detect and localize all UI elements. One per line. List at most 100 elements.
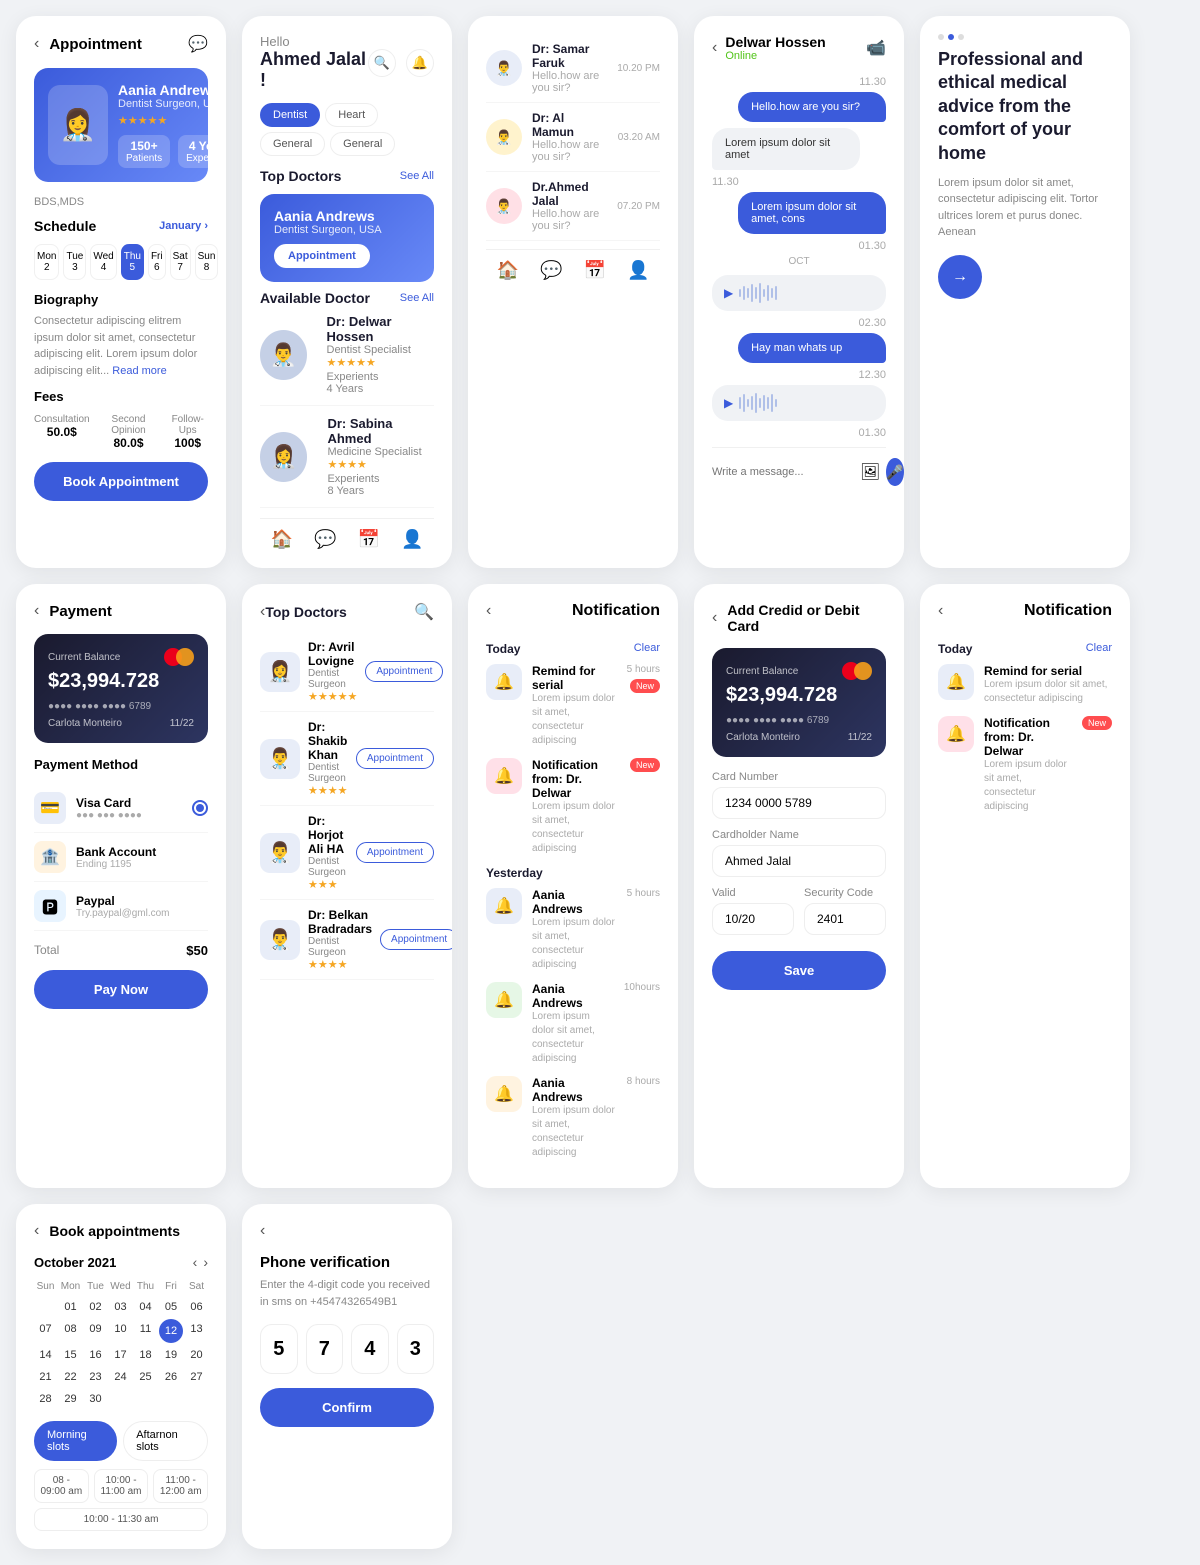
- cal-day-27[interactable]: 27: [185, 1367, 208, 1387]
- schedule-nav[interactable]: January ›: [159, 220, 208, 232]
- cal-day-18[interactable]: 18: [134, 1345, 157, 1365]
- next-button[interactable]: →: [938, 255, 982, 299]
- cal-prev-button[interactable]: ‹: [193, 1254, 198, 1270]
- nav-profile-2[interactable]: 👤: [627, 260, 649, 281]
- image-attach-icon[interactable]: 🖼: [860, 462, 880, 482]
- book-appointment-button[interactable]: Book Appointment: [34, 462, 208, 501]
- chat-back-button[interactable]: ‹: [712, 39, 717, 57]
- play-button-2[interactable]: ▶: [724, 396, 733, 410]
- clear-2-button[interactable]: Clear: [1086, 642, 1112, 654]
- payment-back-button[interactable]: ‹: [34, 602, 39, 620]
- morning-slots-tab[interactable]: Morning slots: [34, 1421, 117, 1461]
- cal-day-20[interactable]: 20: [185, 1345, 208, 1365]
- security-input[interactable]: [804, 903, 886, 935]
- message-item-3[interactable]: 👨‍⚕️ Dr.Ahmed Jalal Hello.how are you si…: [486, 172, 660, 241]
- cal-day-24[interactable]: 24: [109, 1367, 132, 1387]
- day-sat[interactable]: Sat7: [170, 244, 191, 280]
- cal-day-13[interactable]: 13: [185, 1319, 208, 1343]
- tag-general2[interactable]: General: [330, 132, 395, 156]
- nav-home[interactable]: 🏠: [271, 529, 293, 550]
- cal-day-28[interactable]: 28: [34, 1389, 57, 1409]
- notif-back-button[interactable]: ‹: [486, 602, 491, 620]
- day-mon[interactable]: Mon2: [34, 244, 59, 280]
- nav-chat-2[interactable]: 💬: [540, 260, 562, 281]
- otp-box-1[interactable]: 5: [260, 1324, 298, 1374]
- day-fri[interactable]: Fri6: [148, 244, 166, 280]
- payment-bank[interactable]: 🏦 Bank Account Ending 1195: [34, 833, 208, 882]
- tag-general1[interactable]: General: [260, 132, 325, 156]
- cal-day-12[interactable]: 12: [159, 1319, 183, 1343]
- time-1000[interactable]: 10:00 - 11:00 am: [94, 1469, 149, 1503]
- phone-back-button[interactable]: ‹: [260, 1222, 265, 1240]
- cal-next-button[interactable]: ›: [203, 1254, 208, 1270]
- see-all-top[interactable]: See All: [400, 170, 434, 182]
- tag-heart[interactable]: Heart: [325, 103, 378, 127]
- time-0800[interactable]: 08 - 09:00 am: [34, 1469, 89, 1503]
- time-1000-2[interactable]: 10:00 - 11:30 am: [34, 1508, 208, 1531]
- otp-box-2[interactable]: 7: [306, 1324, 344, 1374]
- nav-home-2[interactable]: 🏠: [497, 260, 519, 281]
- otp-box-4[interactable]: 3: [397, 1324, 435, 1374]
- search-button[interactable]: 🔍: [368, 49, 396, 77]
- otp-box-3[interactable]: 4: [351, 1324, 389, 1374]
- cal-day-01[interactable]: 01: [59, 1297, 82, 1317]
- payment-visa[interactable]: 💳 Visa Card ●●● ●●● ●●●●: [34, 784, 208, 833]
- appointment-btn-3[interactable]: Appointment: [356, 842, 434, 863]
- appointment-btn-4[interactable]: Appointment: [380, 929, 452, 950]
- cal-day-29[interactable]: 29: [59, 1389, 82, 1409]
- read-more-link[interactable]: Read more: [112, 365, 166, 377]
- appointment-btn-2[interactable]: Appointment: [356, 748, 434, 769]
- back-button[interactable]: ‹: [34, 35, 39, 53]
- cal-day-19[interactable]: 19: [159, 1345, 183, 1365]
- cal-day-11[interactable]: 11: [134, 1319, 157, 1343]
- video-call-icon[interactable]: 📹: [866, 38, 886, 58]
- valid-input[interactable]: [712, 903, 794, 935]
- cal-day-05[interactable]: 05: [159, 1297, 183, 1317]
- appointment-btn-1[interactable]: Appointment: [365, 661, 443, 682]
- message-input[interactable]: [712, 466, 854, 478]
- play-button-1[interactable]: ▶: [724, 286, 733, 300]
- cal-day-08[interactable]: 08: [59, 1319, 82, 1343]
- cal-day-06[interactable]: 06: [185, 1297, 208, 1317]
- pay-now-button[interactable]: Pay Now: [34, 970, 208, 1009]
- confirm-button[interactable]: Confirm: [260, 1388, 434, 1427]
- cal-day-15[interactable]: 15: [59, 1345, 82, 1365]
- cal-day-23[interactable]: 23: [84, 1367, 107, 1387]
- time-1100[interactable]: 11:00 - 12:00 am: [153, 1469, 208, 1503]
- cal-day-26[interactable]: 26: [159, 1367, 183, 1387]
- save-button[interactable]: Save: [712, 951, 886, 990]
- day-sun[interactable]: Sun8: [195, 244, 219, 280]
- cal-day-30[interactable]: 30: [84, 1389, 107, 1409]
- cal-day-07[interactable]: 07: [34, 1319, 57, 1343]
- cardholder-input[interactable]: [712, 845, 886, 877]
- search-icon[interactable]: 🔍: [414, 602, 434, 622]
- day-wed[interactable]: Wed4: [90, 244, 116, 280]
- message-item-2[interactable]: 👨‍⚕️ Dr: Al Mamun Hello.how are you sir?…: [486, 103, 660, 172]
- cal-day-22[interactable]: 22: [59, 1367, 82, 1387]
- cal-day-16[interactable]: 16: [84, 1345, 107, 1365]
- cal-day-02[interactable]: 02: [84, 1297, 107, 1317]
- book-back-button[interactable]: ‹: [34, 1222, 39, 1240]
- nav-chat[interactable]: 💬: [314, 529, 336, 550]
- message-icon[interactable]: 💬: [188, 34, 208, 54]
- cal-day-04[interactable]: 04: [134, 1297, 157, 1317]
- notif2-back[interactable]: ‹: [938, 602, 943, 620]
- voice-record-icon[interactable]: 🎤: [886, 458, 903, 486]
- cal-day-10[interactable]: 10: [109, 1319, 132, 1343]
- cal-day-14[interactable]: 14: [34, 1345, 57, 1365]
- nav-calendar-2[interactable]: 📅: [584, 260, 606, 281]
- cal-day-21[interactable]: 21: [34, 1367, 57, 1387]
- see-all-available[interactable]: See All: [400, 292, 434, 304]
- nav-profile[interactable]: 👤: [401, 529, 423, 550]
- message-item-1[interactable]: 👨‍⚕️ Dr: Samar Faruk Hello.how are you s…: [486, 34, 660, 103]
- clear-button[interactable]: Clear: [634, 642, 660, 654]
- day-thu[interactable]: Thu5: [121, 244, 144, 280]
- tag-dentist[interactable]: Dentist: [260, 103, 320, 127]
- day-tue[interactable]: Tue3: [63, 244, 86, 280]
- cal-day-17[interactable]: 17: [109, 1345, 132, 1365]
- notification-button[interactable]: 🔔: [406, 49, 434, 77]
- visa-radio[interactable]: [192, 800, 208, 816]
- afternoon-slots-tab[interactable]: Aftarnon slots: [123, 1421, 208, 1461]
- cal-day-25[interactable]: 25: [134, 1367, 157, 1387]
- card-number-input[interactable]: [712, 787, 886, 819]
